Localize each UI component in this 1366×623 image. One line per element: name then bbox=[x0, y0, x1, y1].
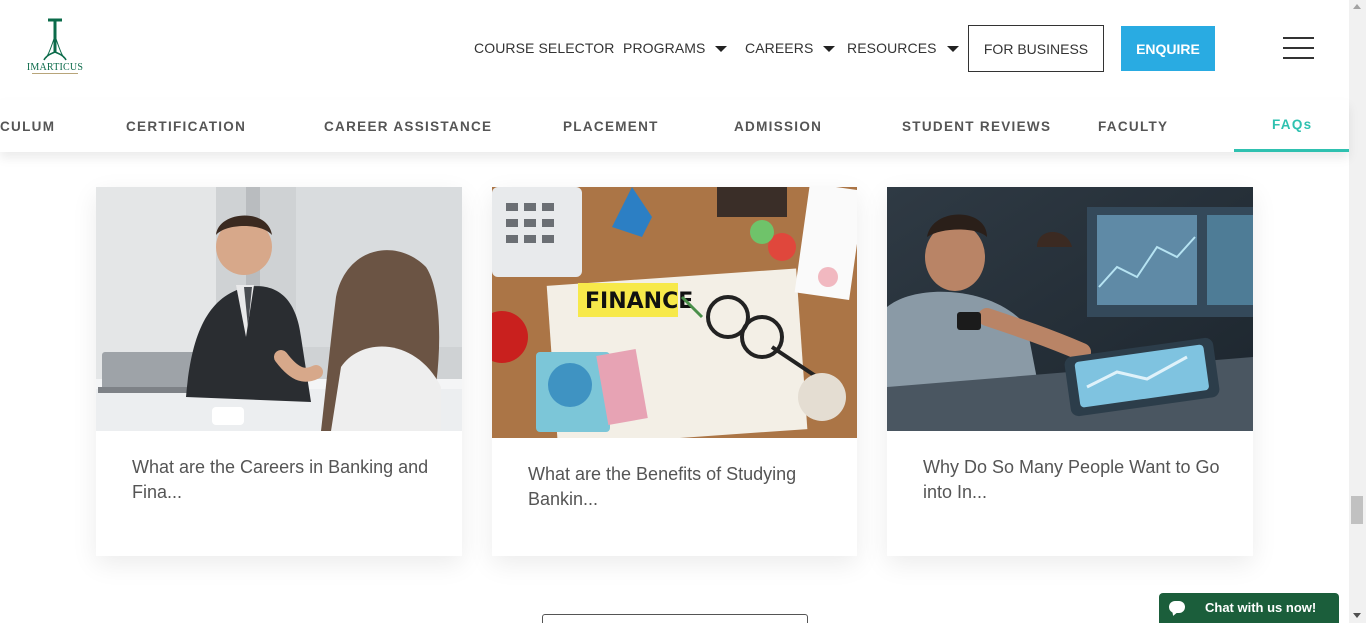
article-card[interactable]: FINANCE What are the Benefits of Studyin… bbox=[492, 187, 857, 556]
section-tabs: CULUM CERTIFICATION CAREER ASSISTANCE PL… bbox=[0, 100, 1349, 152]
tab-faqs[interactable]: FAQs bbox=[1272, 98, 1312, 150]
tab-curriculum[interactable]: CULUM bbox=[0, 100, 55, 152]
nav-label: RESOURCES bbox=[847, 40, 937, 56]
trader-tablet-photo bbox=[887, 187, 1253, 431]
caret-down-icon bbox=[715, 46, 728, 52]
nav-label: COURSE SELECTOR bbox=[474, 40, 615, 56]
tab-faculty[interactable]: FACULTY bbox=[1098, 100, 1168, 152]
finance-image-label: FINANCE bbox=[585, 289, 693, 314]
nav-label: PROGRAMS bbox=[623, 40, 706, 56]
article-card[interactable]: What are the Careers in Banking and Fina… bbox=[96, 187, 462, 556]
article-title[interactable]: What are the Careers in Banking and Fina… bbox=[132, 455, 432, 505]
nav-careers[interactable]: CAREERS bbox=[745, 25, 836, 71]
scrollbar-thumb[interactable] bbox=[1351, 496, 1363, 524]
tab-career-assistance[interactable]: CAREER ASSISTANCE bbox=[324, 100, 492, 152]
article-title[interactable]: What are the Benefits of Studying Bankin… bbox=[528, 462, 827, 512]
view-more-button[interactable] bbox=[542, 614, 808, 623]
business-handshake-photo bbox=[96, 187, 462, 431]
nav-resources[interactable]: RESOURCES bbox=[847, 25, 959, 71]
tab-student-reviews[interactable]: STUDENT REVIEWS bbox=[902, 100, 1051, 152]
tab-certification[interactable]: CERTIFICATION bbox=[126, 100, 246, 152]
article-title[interactable]: Why Do So Many People Want to Go into In… bbox=[923, 455, 1223, 505]
page-scrollbar[interactable] bbox=[1349, 0, 1366, 623]
nav-course-selector[interactable]: COURSE SELECTOR bbox=[474, 25, 615, 71]
hamburger-menu-icon[interactable] bbox=[1283, 37, 1314, 59]
caret-down-icon bbox=[946, 46, 959, 52]
site-header: IMARTICUS COURSE SELECTOR PROGRAMS CAREE… bbox=[0, 0, 1349, 100]
enquire-button[interactable]: ENQUIRE bbox=[1121, 26, 1215, 71]
chat-bubble-icon bbox=[1169, 601, 1185, 613]
article-card[interactable]: Why Do So Many People Want to Go into In… bbox=[887, 187, 1253, 556]
tab-admission[interactable]: ADMISSION bbox=[734, 100, 822, 152]
nav-programs[interactable]: PROGRAMS bbox=[623, 25, 728, 71]
nav-label: CAREERS bbox=[745, 40, 814, 56]
chat-label: Chat with us now! bbox=[1205, 600, 1317, 615]
imarticus-logo[interactable]: IMARTICUS bbox=[22, 18, 88, 80]
tab-placement[interactable]: PLACEMENT bbox=[563, 100, 659, 152]
logo-text: IMARTICUS bbox=[26, 62, 84, 73]
logo-underline bbox=[32, 73, 78, 76]
active-tab-indicator bbox=[1234, 149, 1349, 152]
caret-down-icon bbox=[823, 46, 836, 52]
scroll-down-arrow-icon[interactable] bbox=[1353, 613, 1361, 618]
for-business-button[interactable]: FOR BUSINESS bbox=[968, 25, 1104, 72]
finance-desk-photo: FINANCE bbox=[492, 187, 857, 438]
chat-widget[interactable]: Chat with us now! bbox=[1159, 593, 1339, 623]
scroll-up-arrow-icon[interactable] bbox=[1353, 4, 1361, 9]
